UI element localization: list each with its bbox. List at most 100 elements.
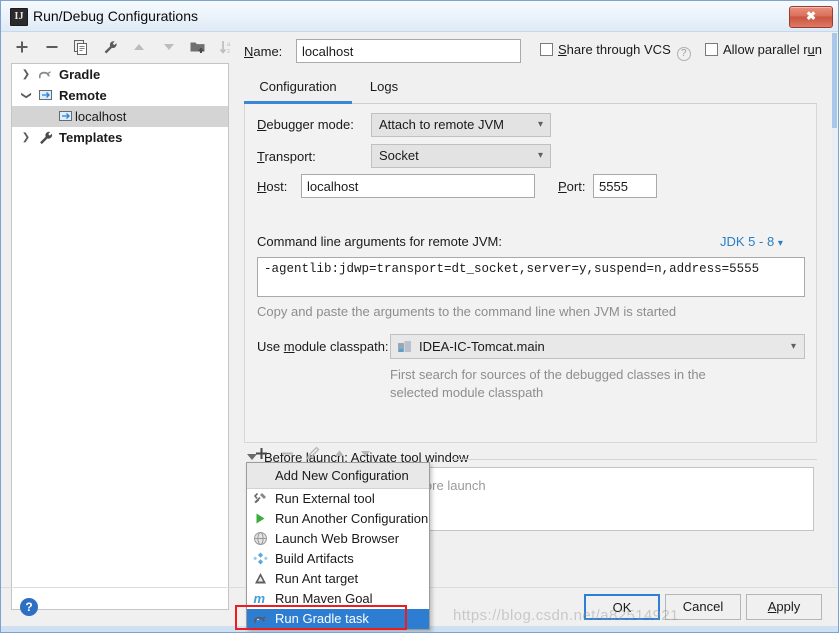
transport-value: Socket [379,148,419,163]
tree-item-gradle[interactable]: ❯ Gradle [12,64,228,85]
jdk-version-label: JDK 5 - 8 [720,234,775,249]
port-label: Port: [558,179,586,194]
checkbox-box[interactable] [540,43,553,56]
menu-item-label: Build Artifacts [275,551,354,566]
menu-item-label: Run Gradle task [275,611,369,626]
menu-item-build-artifacts[interactable]: Build Artifacts [247,549,429,569]
menu-item-label: Run External tool [275,491,375,506]
sort-alphabetically-button[interactable]: az [216,37,238,59]
move-down-button[interactable] [158,37,180,59]
menu-item-run-ant-target[interactable]: Run Ant target [247,569,429,589]
chevron-down-icon[interactable]: ❯ [16,90,37,102]
jdk-version-selector[interactable]: JDK 5 - 8 ▾ [720,234,783,249]
run-debug-configurations-dialog: IJ Run/Debug Configurations ✖ az ❯ Gradl… [0,0,839,633]
cancel-button[interactable]: Cancel [665,594,741,620]
external-tool-icon [253,491,269,507]
share-through-vcs-label: Share through VCS [558,42,671,57]
menu-item-label: Run Another Configuration [275,511,429,526]
scrollbar-thumb[interactable] [832,33,837,128]
vertical-scrollbar[interactable] [832,33,837,586]
chevron-right-icon[interactable]: ❯ [20,64,32,85]
debugger-mode-value: Attach to remote JVM [379,117,504,132]
menu-item-run-external-tool[interactable]: Run External tool [247,489,429,509]
window-title: Run/Debug Configurations [33,8,198,24]
configurations-toolbar: az [11,37,239,63]
transport-combo[interactable]: Socket ▾ [371,144,551,168]
menu-item-run-another-configuration[interactable]: Run Another Configuration [247,509,429,529]
add-new-configuration-menu[interactable]: Add New Configuration Run External tool … [246,462,430,630]
move-task-up-button[interactable] [327,442,351,464]
debugger-mode-combo[interactable]: Attach to remote JVM ▾ [371,113,551,137]
new-folder-button[interactable] [187,37,209,59]
tree-item-label: Gradle [59,67,101,82]
module-classpath-hint: First search for sources of the debugged… [390,367,706,400]
move-up-button[interactable] [128,37,150,59]
gradle-elephant-icon [253,611,269,627]
ant-triangle-icon [253,571,269,587]
globe-icon [253,531,269,547]
menu-item-label: Run Ant target [275,571,359,586]
menu-item-run-gradle-task[interactable]: Run Gradle task [247,609,429,629]
tree-item-label: Templates [59,130,123,145]
question-icon[interactable]: ? [676,47,691,61]
share-through-vcs-checkbox[interactable]: Share through VCS? [540,42,691,61]
add-task-button[interactable] [249,442,273,464]
module-icon [397,339,413,355]
remove-configuration-button[interactable] [41,37,63,59]
menu-item-label: Run Maven Goal [275,591,373,606]
title-bar: IJ Run/Debug Configurations ✖ [1,1,838,32]
chevron-down-icon: ▾ [790,341,796,352]
ok-button[interactable]: OK [584,594,660,620]
move-task-down-button[interactable] [353,442,377,464]
tree-item-label: localhost [75,109,127,124]
remote-icon [58,109,74,125]
remote-icon [38,88,54,104]
menu-item-run-maven-goal[interactable]: m Run Maven Goal [247,589,429,609]
menu-header: Add New Configuration [247,463,429,489]
command-line-arguments-box[interactable]: -agentlib:jdwp=transport=dt_socket,serve… [257,257,805,297]
allow-parallel-run-label: Allow parallel run [723,42,823,57]
module-classpath-value: IDEA-IC-Tomcat.main [419,339,545,354]
svg-text:a: a [227,42,231,48]
add-configuration-button[interactable] [11,37,33,59]
menu-item-launch-web-browser[interactable]: Launch Web Browser [247,529,429,549]
module-classpath-combo[interactable]: IDEA-IC-Tomcat.main ▾ [390,334,805,359]
apply-button[interactable]: Apply [746,594,822,620]
transport-label: Transport: [257,149,316,164]
chevron-down-icon: ▾ [777,238,783,249]
tree-item-localhost[interactable]: localhost [12,106,228,127]
tab-logs[interactable]: Logs [360,74,408,104]
tree-item-label: Remote [59,88,107,103]
help-button[interactable]: ? [20,598,38,616]
close-button[interactable]: ✖ [789,6,833,28]
edit-task-pencil-icon[interactable] [301,442,325,464]
chevron-down-icon: ▾ [537,119,543,130]
gradle-elephant-icon [38,67,54,83]
edit-templates-wrench-icon[interactable] [99,37,121,59]
port-input[interactable] [593,174,657,198]
copy-configuration-button[interactable] [70,37,92,59]
tree-item-templates[interactable]: ❯ Templates [12,127,228,148]
debugger-mode-label: Debugger mode: [257,117,354,132]
remove-task-button[interactable] [275,442,299,464]
use-module-classpath-label: Use module classpath: [257,339,389,354]
svg-text:m: m [254,591,266,606]
intellij-logo-icon: IJ [10,8,28,26]
host-label: Host: [257,179,288,194]
allow-parallel-run-checkbox[interactable]: Allow parallel run [705,42,822,57]
chevron-right-icon[interactable]: ❯ [20,127,32,148]
host-input[interactable] [301,174,535,198]
command-line-arguments-label: Command line arguments for remote JVM: [257,234,502,249]
menu-item-label: Launch Web Browser [275,531,400,546]
copy-paste-hint: Copy and paste the arguments to the comm… [257,304,677,319]
svg-text:z: z [227,49,230,55]
tab-configuration[interactable]: Configuration [244,74,352,104]
checkbox-box[interactable] [705,43,718,56]
wrench-icon [38,130,54,146]
name-input[interactable] [296,39,521,63]
configurations-tree[interactable]: ❯ Gradle ❯ Remote localhost ❯ Templates [11,63,229,610]
tree-item-remote[interactable]: ❯ Remote [12,85,228,106]
artifacts-diamond-icon [253,551,269,567]
chevron-down-icon: ▾ [537,150,543,161]
name-label: Name: [244,44,283,59]
